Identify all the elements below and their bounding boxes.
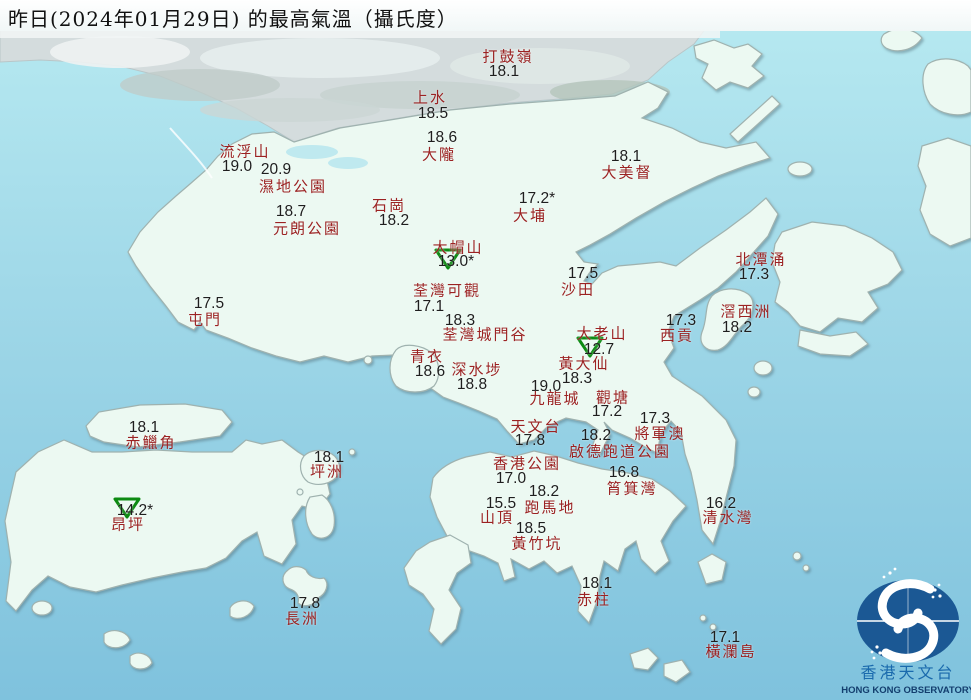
logo-name-zh: 香港天文台: [860, 663, 955, 682]
weather-map-page: 香港天文台 HONG KONG OBSERVATORY 18.1 打鼓嶺 18.5 上…: [0, 0, 971, 700]
logo-name-en: HONG KONG OBSERVATORY: [841, 685, 971, 696]
hong-kong-map: 香港天文台 HONG KONG OBSERVATORY: [0, 27, 971, 700]
page-title: 昨日(2024年01月29日) 的最高氣溫（攝氏度）: [8, 7, 458, 31]
